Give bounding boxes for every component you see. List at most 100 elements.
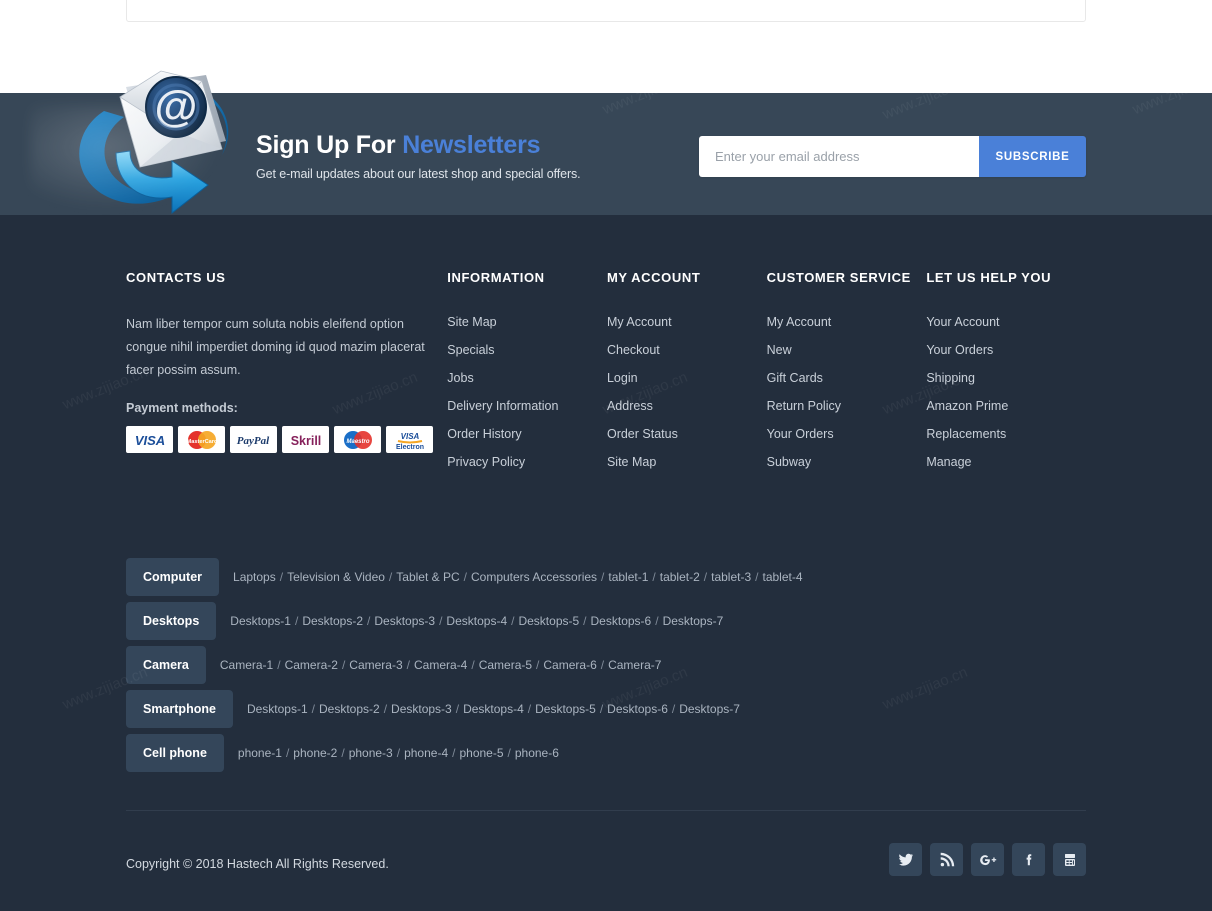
tag-separator: / [396, 746, 401, 760]
footer-link[interactable]: Amazon Prime [926, 399, 1008, 413]
footer-link[interactable]: Checkout [607, 343, 660, 357]
visa-electron-card-icon: VISA Electron [386, 426, 433, 454]
tag-separator: / [527, 702, 532, 716]
tag-link[interactable]: Desktops-4 [446, 614, 507, 628]
footer-link[interactable]: New [767, 343, 792, 357]
tag-link[interactable]: tablet-1 [608, 570, 648, 584]
tag-row-computer: Computer Laptops / Television & Video / Tabl… [126, 555, 1086, 599]
newsletter-form[interactable]: SUBSCRIBE [699, 136, 1086, 177]
tag-link[interactable]: Computers Accessories [471, 570, 597, 584]
rss-icon[interactable] [930, 843, 963, 876]
list-item: My Account [767, 313, 927, 331]
tag-button-computer[interactable]: Computer [126, 558, 220, 596]
footer-link[interactable]: Login [607, 371, 638, 385]
tag-separator: / [277, 658, 281, 672]
tag-links-cell-phone: phone-1/phone-2/phone-3/phone-4/phone-5/… [238, 746, 559, 760]
site-footer: CONTACTS US Nam liber tempor cum soluta … [0, 215, 1212, 911]
google-plus-icon[interactable] [971, 843, 1004, 876]
tag-separator: / [703, 570, 708, 584]
tag-link[interactable]: Desktops-4 [463, 702, 524, 716]
tag-link[interactable]: Television & Video [287, 570, 385, 584]
footer-link[interactable]: Return Policy [767, 399, 841, 413]
tag-link[interactable]: phone-1 [238, 746, 282, 760]
newsletter-subscribe-button[interactable]: SUBSCRIBE [979, 136, 1086, 177]
tag-link[interactable]: Laptops [233, 570, 276, 584]
list-item: Gift Cards [767, 369, 927, 387]
footer-link[interactable]: My Account [767, 315, 832, 329]
footer-link[interactable]: Site Map [607, 455, 656, 469]
tag-separator: / [294, 614, 299, 628]
tag-link[interactable]: Desktops-1 [247, 702, 308, 716]
footer-link[interactable]: Site Map [447, 315, 496, 329]
link-list: Site Map Specials Jobs Delivery Informat… [447, 313, 607, 471]
footer-link[interactable]: Specials [447, 343, 494, 357]
facebook-icon[interactable] [1012, 843, 1045, 876]
tag-link[interactable]: Camera-7 [608, 658, 661, 672]
tag-link[interactable]: Desktops-2 [319, 702, 380, 716]
footer-link[interactable]: Your Orders [767, 427, 834, 441]
footer-link[interactable]: Order Status [607, 427, 678, 441]
tag-separator: / [285, 746, 290, 760]
tag-link[interactable]: Desktops-2 [302, 614, 363, 628]
footer-link[interactable]: Privacy Policy [447, 455, 525, 469]
tag-link[interactable]: tablet-2 [660, 570, 700, 584]
column-title: LET US HELP YOU [926, 270, 1052, 285]
tag-link[interactable]: phone-4 [404, 746, 448, 760]
newsletter-email-input[interactable] [699, 136, 979, 177]
twitter-icon[interactable] [889, 843, 922, 876]
list-item: Order History [447, 425, 607, 443]
tag-button-smartphone[interactable]: Smartphone [126, 690, 233, 728]
tag-link[interactable]: Camera-3 [349, 658, 402, 672]
footer-link[interactable]: My Account [607, 315, 672, 329]
tag-link[interactable]: phone-6 [515, 746, 559, 760]
tag-link[interactable]: Desktops-3 [391, 702, 452, 716]
tag-link[interactable]: phone-5 [459, 746, 503, 760]
tag-link[interactable]: Desktops-5 [535, 702, 596, 716]
list-item: Site Map [607, 453, 767, 471]
tag-link[interactable]: Desktops-7 [679, 702, 740, 716]
tag-link[interactable]: tablet-4 [763, 570, 803, 584]
payment-methods-row: VISA MasterCard PayPal Skrill Maestro VI… [126, 426, 447, 454]
tag-separator: / [655, 614, 659, 628]
tag-link[interactable]: Camera-6 [543, 658, 596, 672]
tag-link[interactable]: Desktops-6 [607, 702, 668, 716]
tag-link[interactable]: Desktops-7 [663, 614, 724, 628]
tag-link[interactable]: Desktops-1 [230, 614, 291, 628]
tag-separator: / [511, 614, 515, 628]
tag-links-camera: Camera-1/Camera-2/Camera-3/Camera-4/Came… [220, 658, 662, 672]
footer-link[interactable]: Jobs [447, 371, 473, 385]
footer-link[interactable]: Gift Cards [767, 371, 823, 385]
tag-button-camera[interactable]: Camera [126, 646, 206, 684]
tag-link[interactable]: Desktops-6 [591, 614, 652, 628]
tag-link[interactable]: Tablet & PC [396, 570, 459, 584]
tag-separator: / [406, 658, 410, 672]
footer-link[interactable]: Delivery Information [447, 399, 558, 413]
footer-link[interactable]: Manage [926, 455, 971, 469]
column-title: MY ACCOUNT [606, 270, 701, 285]
footer-link[interactable]: Replacements [926, 427, 1006, 441]
tag-link[interactable]: phone-2 [293, 746, 337, 760]
tag-link[interactable]: phone-3 [349, 746, 393, 760]
footer-link[interactable]: Order History [447, 427, 521, 441]
tag-link[interactable]: tablet-3 [711, 570, 751, 584]
footer-category-tags: Computer Laptops / Television & Video / Tabl… [126, 555, 1086, 775]
footer-link[interactable]: Your Orders [926, 343, 993, 357]
tag-link[interactable]: Camera-5 [479, 658, 532, 672]
footer-link[interactable]: Shipping [926, 371, 975, 385]
tag-link[interactable]: Camera-1 [220, 658, 273, 672]
list-item: Amazon Prime [926, 397, 1086, 415]
list-item: Delivery Information [447, 397, 607, 415]
tag-link[interactable]: Desktops-5 [518, 614, 579, 628]
tag-link[interactable]: Camera-2 [285, 658, 338, 672]
tag-button-cell-phone[interactable]: Cell phone [126, 734, 224, 772]
footer-link[interactable]: Subway [767, 455, 811, 469]
tag-link[interactable]: Camera-4 [414, 658, 467, 672]
tag-button-desktops[interactable]: Desktops [126, 602, 217, 640]
list-item: Manage [926, 453, 1086, 471]
tag-link[interactable]: Desktops-3 [374, 614, 435, 628]
youtube-icon[interactable] [1053, 843, 1086, 876]
footer-link[interactable]: Address [607, 399, 653, 413]
list-item: Address [607, 397, 767, 415]
footer-link[interactable]: Your Account [926, 315, 999, 329]
footer-column-customer-service: CUSTOMER SERVICE My Account New Gift Car… [767, 270, 927, 481]
